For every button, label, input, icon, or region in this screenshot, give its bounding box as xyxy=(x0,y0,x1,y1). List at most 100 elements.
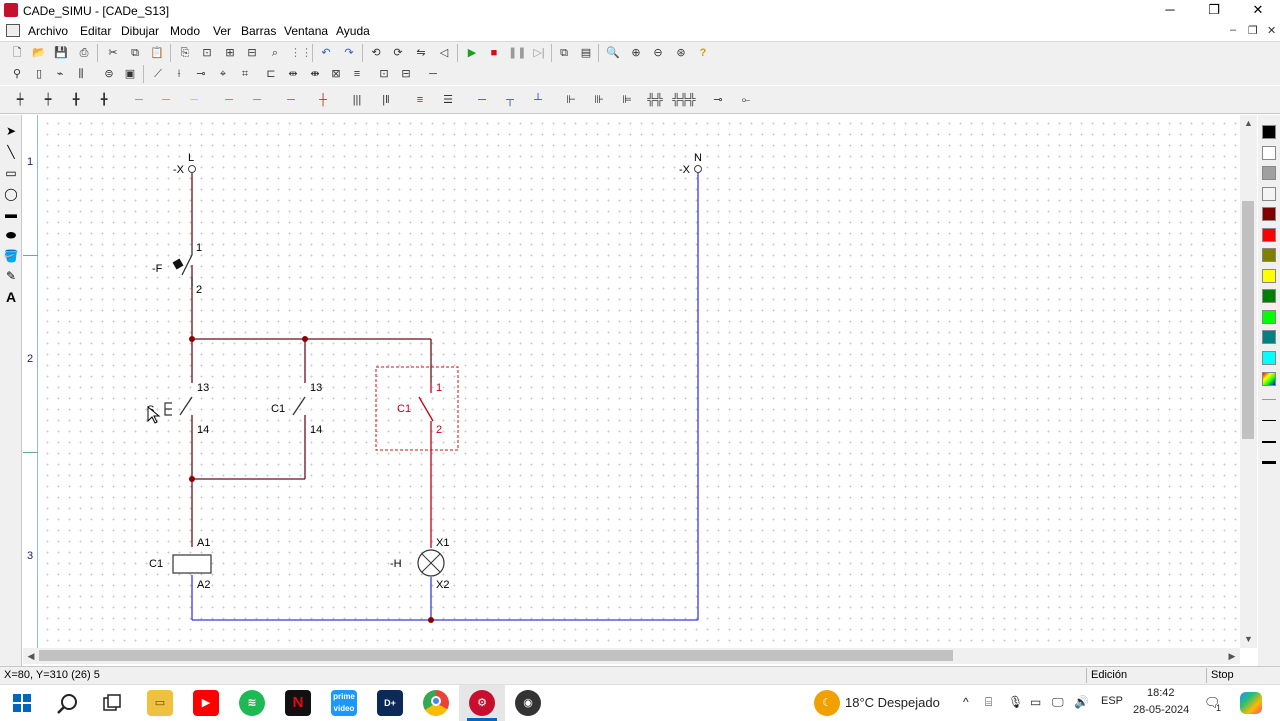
zoom-window-icon[interactable]: ⊟ xyxy=(243,44,261,62)
wire-node-icon[interactable]: ┼ xyxy=(314,91,332,109)
filled-ellipse-icon[interactable]: ⬬ xyxy=(3,227,19,243)
wire-junction-4-icon[interactable]: ╋ xyxy=(95,91,113,109)
wire-green-icon[interactable]: ─ xyxy=(185,91,203,109)
mdi-close-icon[interactable]: ✕ xyxy=(1267,24,1276,37)
battery-icon[interactable]: ▭ xyxy=(1030,695,1041,709)
contact-no-icon[interactable]: ⟋ xyxy=(149,65,167,83)
zoom-page-icon[interactable]: ⊡ xyxy=(198,44,216,62)
lamp-icon[interactable]: ⊠ xyxy=(327,65,345,83)
line-icon[interactable]: ─ xyxy=(424,65,442,83)
bus-three-icon[interactable]: ||| xyxy=(348,91,366,109)
new-file-icon[interactable]: 🗋 xyxy=(8,44,26,62)
color-swatch-lime[interactable] xyxy=(1262,310,1276,324)
wire-red-icon[interactable]: ─ xyxy=(220,91,238,109)
zoom-out-icon[interactable]: ⊖ xyxy=(649,44,667,62)
menu-dibujar[interactable]: Dibujar xyxy=(121,24,159,38)
pause-icon[interactable]: ❚❚ xyxy=(508,44,526,62)
menu-editar[interactable]: Editar xyxy=(80,24,111,38)
clock-date[interactable]: 28-05-2024 xyxy=(1133,704,1189,716)
flip-icon[interactable]: ◁ xyxy=(435,44,453,62)
filled-rectangle-icon[interactable]: ▬ xyxy=(3,206,19,222)
weather-text[interactable]: 18°C Despejado xyxy=(845,695,940,710)
zoom-all-icon[interactable]: ⊛ xyxy=(672,44,690,62)
menu-archivo[interactable]: Archivo xyxy=(28,24,68,38)
print-preview-icon[interactable]: ⎘ xyxy=(176,44,194,62)
menu-ver[interactable]: Ver xyxy=(213,24,231,38)
wire-junction-1-icon[interactable]: ┿ xyxy=(11,91,29,109)
search-icon[interactable] xyxy=(57,693,79,715)
color-swatch-cyan[interactable] xyxy=(1262,351,1276,365)
tray-device-icon[interactable]: ⌸ xyxy=(985,695,992,710)
language-indicator[interactable]: ESP xyxy=(1101,695,1123,707)
wire-blue-icon[interactable]: ─ xyxy=(473,91,491,109)
menu-modo[interactable]: Modo xyxy=(170,24,200,38)
rotate-left-icon[interactable]: ⟲ xyxy=(367,44,385,62)
paste-icon[interactable]: 📋 xyxy=(148,44,166,62)
draw-ellipse-icon[interactable]: ◯ xyxy=(3,186,19,202)
color-swatch-gray[interactable] xyxy=(1262,166,1276,180)
wire-gray-icon[interactable]: ─ xyxy=(130,91,148,109)
wire-brown-icon[interactable]: ─ xyxy=(282,91,300,109)
cut-icon[interactable]: ✂ xyxy=(104,44,122,62)
nc-contact-c1[interactable]: C1 1 2 xyxy=(375,366,459,451)
color-swatch-white[interactable] xyxy=(1262,146,1276,160)
line-width-3-icon[interactable] xyxy=(1262,461,1276,464)
terminal-l[interactable]: L -X xyxy=(173,152,196,176)
save-icon[interactable]: 💾 xyxy=(52,44,70,62)
line-width-thin-icon[interactable] xyxy=(1262,399,1276,400)
disney-plus-icon[interactable]: D+ xyxy=(377,690,403,716)
contact-nc-icon[interactable]: ⟊ xyxy=(170,65,188,83)
link-out-icon[interactable]: ⊸ xyxy=(709,91,727,109)
stop-icon[interactable]: ■ xyxy=(485,44,503,62)
line-width-1-icon[interactable] xyxy=(1262,420,1276,421)
close-button[interactable]: ✕ xyxy=(1236,0,1280,22)
vertical-scroll-thumb[interactable] xyxy=(1242,201,1254,439)
color-swatch-yellow[interactable] xyxy=(1262,269,1276,283)
mdi-restore-icon[interactable]: ❐ xyxy=(1248,24,1258,37)
wire-junction-2-icon[interactable]: ┿ xyxy=(39,91,57,109)
simulation-view-icon[interactable]: ⧉ xyxy=(555,44,573,62)
horizontal-scrollbar[interactable]: ◀ ▶ xyxy=(23,648,1240,664)
spotify-icon[interactable]: ≋ xyxy=(239,690,265,716)
color-swatch-green[interactable] xyxy=(1262,289,1276,303)
zoom-in-icon[interactable]: ⊕ xyxy=(627,44,645,62)
wire-blue-tee-icon[interactable]: ┬ xyxy=(501,91,519,109)
draw-line-icon[interactable]: ╲ xyxy=(3,144,19,160)
switch-icon[interactable]: ⌖ xyxy=(214,65,232,83)
motor-icon[interactable]: ⊜ xyxy=(100,65,118,83)
terminal-n[interactable]: N -X xyxy=(679,152,702,176)
breaker-f[interactable]: -F 1 2 xyxy=(152,242,202,296)
print-icon[interactable]: ⎙ xyxy=(75,44,93,62)
color-swatch-red[interactable] xyxy=(1262,228,1276,242)
task-view-icon[interactable] xyxy=(103,694,121,712)
pushbutton-s[interactable]: S 13 14 xyxy=(147,382,209,436)
undo-icon[interactable]: ↶ xyxy=(317,44,335,62)
scroll-up-icon[interactable]: ▲ xyxy=(1240,118,1257,128)
step-icon[interactable]: ▷| xyxy=(530,44,548,62)
component-list-icon[interactable]: ▤ xyxy=(577,44,595,62)
restore-button[interactable]: ❐ xyxy=(1192,0,1236,22)
relay-icon[interactable]: ⇼ xyxy=(306,65,324,83)
three-phase-breaker-icon[interactable]: ⫼ xyxy=(72,65,90,83)
rotate-right-icon[interactable]: ⟳ xyxy=(389,44,407,62)
obs-icon[interactable]: ◉ xyxy=(515,690,541,716)
mirror-icon[interactable]: ⇋ xyxy=(412,44,430,62)
minimize-button[interactable]: ─ xyxy=(1148,0,1192,22)
sensor-icon[interactable]: ≡ xyxy=(348,65,366,83)
open-folder-icon[interactable]: 📂 xyxy=(30,44,48,62)
coil-icon[interactable]: ⊏ xyxy=(262,65,280,83)
windows-start-icon[interactable] xyxy=(13,694,31,712)
source-icon[interactable]: ⚲ xyxy=(8,65,26,83)
find-icon[interactable]: ⌕ xyxy=(266,44,284,62)
scroll-down-icon[interactable]: ▼ xyxy=(1240,634,1257,644)
prime-video-icon[interactable]: prime video xyxy=(331,690,357,716)
pushbutton-icon[interactable]: ⊸ xyxy=(192,65,210,83)
selector-icon[interactable]: ⌗ xyxy=(236,65,254,83)
cable-icon[interactable]: ⊡ xyxy=(375,65,393,83)
play-icon[interactable]: ▶ xyxy=(463,44,481,62)
network-icon[interactable]: 🖵 xyxy=(1052,695,1064,710)
help-icon[interactable]: ? xyxy=(694,44,712,62)
fill-bucket-icon[interactable]: 🪣 xyxy=(3,248,19,264)
lamp-h[interactable]: -H X1 X2 xyxy=(390,537,449,591)
color-swatch-teal[interactable] xyxy=(1262,330,1276,344)
